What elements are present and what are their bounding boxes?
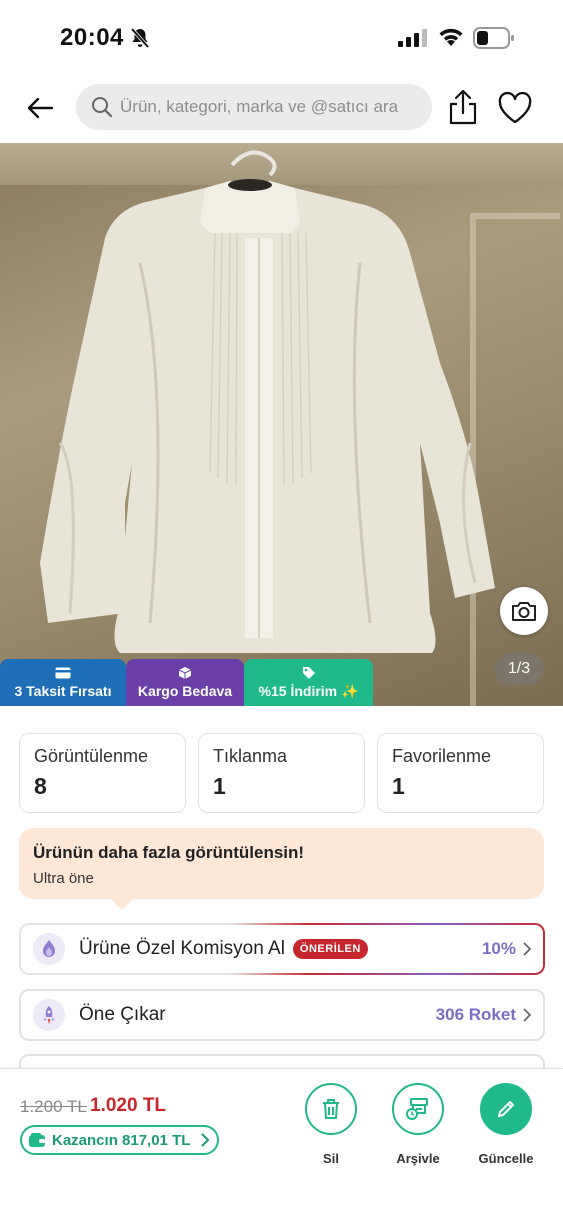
boost-option[interactable]: Öne Çıkar 306 Roket xyxy=(19,989,545,1041)
chevron-right-icon xyxy=(201,1133,210,1147)
free-shipping-label: Kargo Bedava xyxy=(137,683,233,699)
commission-label: Ürüne Özel Komisyon Al xyxy=(79,938,285,959)
search-bar[interactable] xyxy=(76,84,432,130)
wifi-icon xyxy=(439,28,463,46)
rocket-icon xyxy=(33,999,65,1031)
archive-label: Arşivle xyxy=(396,1151,440,1166)
update-button[interactable]: Güncelle xyxy=(473,1083,539,1166)
status-bar: 20:04 xyxy=(0,0,563,76)
edit-icon xyxy=(498,1101,514,1117)
update-label: Güncelle xyxy=(478,1151,534,1166)
discount-badge: %15 İndirim ✨ xyxy=(244,659,373,706)
boost-value: 306 Roket xyxy=(436,1005,531,1025)
views-card: Görüntülenme 8 xyxy=(19,733,186,813)
camera-button[interactable] xyxy=(500,587,548,635)
back-button[interactable] xyxy=(22,90,58,126)
archive-icon xyxy=(406,1098,428,1120)
battery-icon xyxy=(473,27,514,49)
commission-option[interactable]: Ürüne Özel Komisyon Al ÖNERİLEN 10% xyxy=(19,923,545,975)
share-icon[interactable] xyxy=(446,88,480,126)
search-input[interactable] xyxy=(120,97,420,117)
earnings-text: Kazancın 817,01 TL xyxy=(52,1131,191,1149)
cellular-signal-icon xyxy=(398,29,427,47)
views-label: Görüntülenme xyxy=(34,746,149,766)
promo-tooltip: Ürünün daha fazla görüntülensin! Ultra ö… xyxy=(19,828,544,910)
chevron-right-icon xyxy=(523,1008,531,1022)
promo-title: Ürünün daha fazla görüntülensin! xyxy=(33,843,305,862)
old-price: 1.200 TL xyxy=(20,1097,87,1116)
boost-label: Öne Çıkar xyxy=(79,1004,166,1025)
muted-bell-icon xyxy=(130,27,150,49)
search-header xyxy=(0,78,563,140)
commission-value: 10% xyxy=(482,939,531,959)
clicks-label: Tıklanma xyxy=(213,746,288,766)
trash-icon xyxy=(323,1099,339,1119)
promo-subtitle: Ultra öne xyxy=(33,870,94,887)
photo-counter: 1/3 xyxy=(494,653,544,685)
chevron-right-icon xyxy=(523,942,531,956)
delete-button[interactable]: Sil xyxy=(298,1083,364,1166)
discount-label: %15 İndirim ✨ xyxy=(258,682,359,699)
product-photo[interactable]: 1/3 xyxy=(0,143,563,706)
status-time: 20:04 xyxy=(60,24,124,51)
camera-icon xyxy=(512,602,536,621)
free-shipping-badge: Kargo Bedava xyxy=(126,659,244,706)
delete-label: Sil xyxy=(323,1151,339,1166)
wallet-icon xyxy=(29,1133,45,1147)
favorites-label: Favorilenme xyxy=(392,746,492,766)
credit-card-icon xyxy=(55,667,71,679)
clicks-card: Tıklanma 1 xyxy=(198,733,365,813)
bottom-action-bar: 1.200 TL 1.020 TL Kazancın 817,01 TL Sil xyxy=(0,1068,563,1219)
earnings-pill[interactable]: Kazancın 817,01 TL xyxy=(20,1125,220,1155)
recommended-badge: ÖNERİLEN xyxy=(292,939,368,959)
favorites-value: 1 xyxy=(392,773,405,799)
installment-badge: 3 Taksit Fırsatı xyxy=(0,659,126,706)
clicks-value: 1 xyxy=(213,773,226,799)
update-circle xyxy=(480,1083,532,1135)
product-badges: 3 Taksit Fırsatı Kargo Bedava %15 İndiri… xyxy=(0,659,373,706)
favorites-card: Favorilenme 1 xyxy=(377,733,544,813)
new-price: 1.020 TL xyxy=(90,1095,167,1116)
search-icon xyxy=(92,97,113,118)
archive-circle xyxy=(392,1083,444,1135)
heart-icon[interactable] xyxy=(497,90,533,126)
delete-circle xyxy=(305,1083,357,1135)
boost-cost: 306 Roket xyxy=(435,1005,516,1024)
archive-button[interactable]: Arşivle xyxy=(385,1083,451,1166)
box-icon xyxy=(178,667,192,679)
commission-rate: 10% xyxy=(481,939,516,958)
views-value: 8 xyxy=(34,773,47,799)
white-shirt-image xyxy=(40,150,495,653)
arrow-left-icon xyxy=(27,97,54,119)
tag-icon xyxy=(302,666,315,679)
installment-label: 3 Taksit Fırsatı xyxy=(14,683,112,699)
stats-row: Görüntülenme 8 Tıklanma 1 Favorilenme 1 xyxy=(19,733,544,813)
commission-icon xyxy=(33,933,65,965)
